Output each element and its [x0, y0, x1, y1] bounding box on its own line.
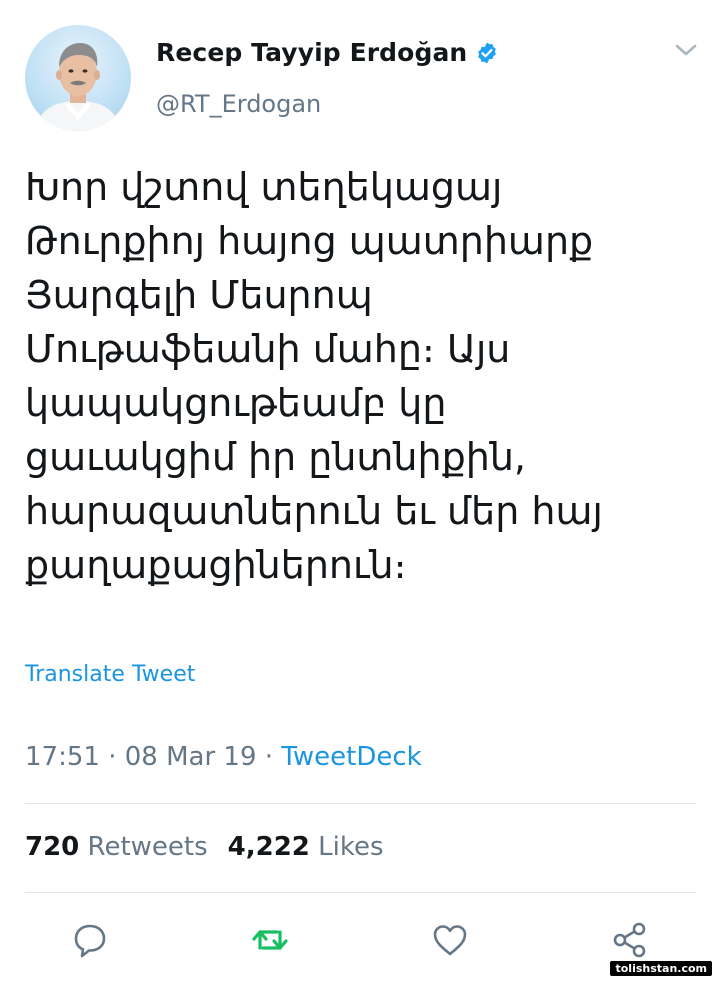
comment-icon[interactable]: [70, 920, 110, 960]
retweets-stat[interactable]: 720 Retweets: [25, 832, 208, 862]
tweet-metadata: 17:51 · 08 Mar 19 · TweetDeck: [25, 742, 422, 772]
avatar[interactable]: [25, 25, 131, 131]
divider: [25, 803, 696, 804]
author-display-name[interactable]: Recep Tayyip Erdoğan: [156, 38, 467, 67]
retweets-label: Retweets: [87, 832, 208, 862]
heart-icon[interactable]: [430, 920, 470, 960]
divider: [25, 892, 696, 893]
tweet-source-link[interactable]: TweetDeck: [281, 742, 421, 772]
likes-label: Likes: [318, 832, 384, 862]
verified-badge-icon: [478, 42, 497, 63]
site-watermark: tolishstan.com: [610, 961, 712, 976]
tweet-date: 08 Mar 19: [124, 742, 257, 772]
chevron-down-icon[interactable]: [673, 41, 699, 59]
tweet-stats: 720 Retweets 4,222 Likes: [25, 832, 384, 862]
tweet-text: Խոր վշտով տեղեկացայ Թուրքիոյ հայոց պատրի…: [25, 165, 603, 587]
meta-separator: ·: [99, 742, 125, 772]
retweets-count: 720: [25, 832, 80, 862]
likes-count: 4,222: [227, 832, 310, 862]
retweet-icon[interactable]: [250, 920, 290, 960]
author-handle[interactable]: @RT_Erdogan: [156, 90, 321, 118]
avatar-portrait-icon: [35, 43, 121, 131]
author-name-row[interactable]: Recep Tayyip Erdoğan: [156, 38, 499, 67]
translate-tweet-link[interactable]: Translate Tweet: [25, 662, 195, 687]
tweet-time: 17:51: [25, 742, 100, 772]
meta-separator: ·: [256, 742, 282, 772]
likes-stat[interactable]: 4,222 Likes: [228, 832, 384, 862]
share-icon[interactable]: [610, 920, 650, 960]
